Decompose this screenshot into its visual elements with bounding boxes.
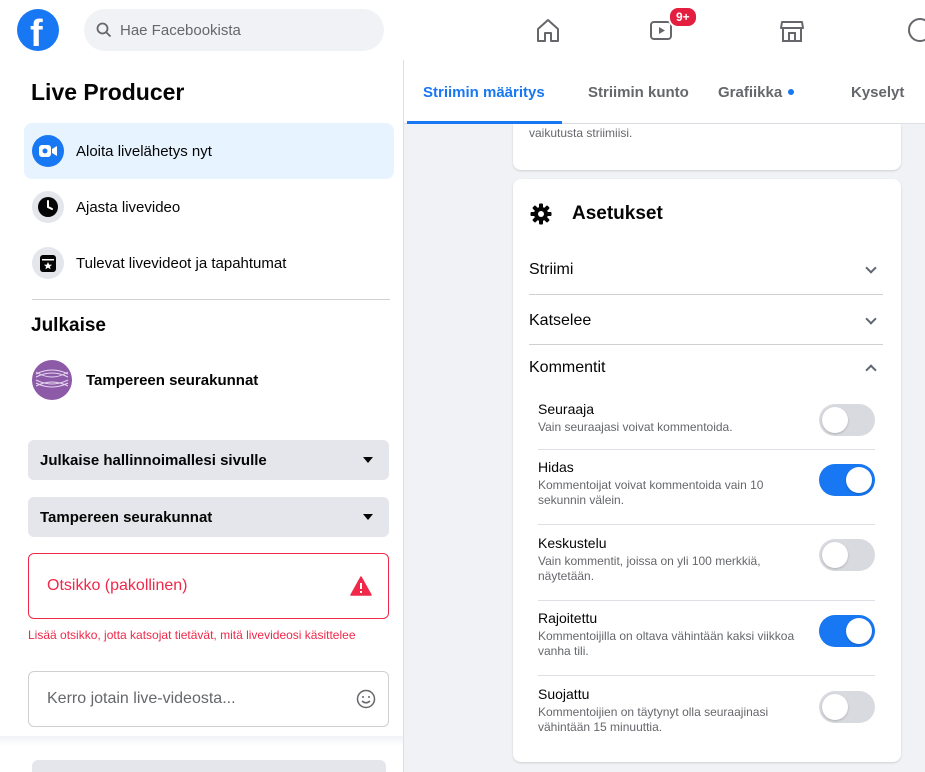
stream-setup-panel: Striimin määritys Striimin kunto Grafiik… [404,60,925,772]
page-select-dropdown[interactable]: Tampereen seurakunnat [28,497,389,537]
section-stream[interactable]: Striimi [529,246,883,294]
publish-target-dropdown[interactable]: Julkaise hallinnoimallesi sivulle [28,440,389,480]
caret-down-icon [363,514,373,520]
footer-separator [0,736,403,746]
divider [538,675,875,676]
option-discussion: Keskustelu Vain kommentit, joissa on yli… [538,535,875,595]
option-description: Vain kommentit, joissa on yli 100 merkki… [538,554,761,583]
marketplace-icon[interactable] [776,14,808,46]
section-label: Katselee [529,312,592,329]
gear-icon [530,203,552,225]
description-placeholder: Kerro jotain live-videosta... [47,690,236,707]
card-text: vaikutusta striimiisi. [529,126,633,140]
slow-mode-toggle[interactable] [819,464,875,496]
menu-schedule-live[interactable]: Ajasta livevideo [24,179,394,235]
new-indicator-dot [788,89,795,95]
search-input[interactable]: Hae Facebookista [120,22,241,39]
title-input-label: Otsikko (pakollinen) [47,577,188,594]
tab-polls[interactable]: Kyselyt [851,60,904,124]
top-navigation-bar: f Hae Facebookista 9+ [0,0,925,60]
page-name: Tampereen seurakunnat [86,371,259,389]
publish-section-title: Julkaise [31,315,106,336]
menu-item-label: Aloita livelähetys nyt [76,142,212,160]
tab-bar: Striimin määritys Striimin kunto Grafiik… [404,60,925,124]
live-camera-icon [32,135,64,167]
tab-stream-setup[interactable]: Striimin määritys [423,60,545,124]
tab-graphics[interactable]: Grafiikka [718,60,795,124]
title-input[interactable]: Otsikko (pakollinen) [28,553,389,619]
discussion-toggle[interactable] [819,539,875,571]
settings-title: Asetukset [572,203,663,224]
menu-item-label: Ajasta livevideo [76,198,181,216]
divider [32,299,390,300]
home-icon[interactable] [532,14,564,46]
followers-toggle[interactable] [819,404,875,436]
section-label: Striimi [529,261,574,278]
dropdown-value: Julkaise hallinnoimallesi sivulle [40,451,267,469]
divider [538,600,875,601]
option-description: Kommentoijien on täytynyt olla seuraajin… [538,705,769,734]
section-viewers[interactable]: Katselee [529,297,883,345]
chevron-down-icon [865,313,877,325]
search-icon [96,22,112,38]
restricted-toggle[interactable] [819,615,875,647]
emoji-icon[interactable] [356,689,376,709]
menu-go-live-now[interactable]: Aloita livelähetys nyt [24,123,394,179]
option-restricted: Rajoitettu Kommentoijilla on oltava vähi… [538,610,875,670]
section-label: Kommentit [529,359,606,376]
divider [529,294,883,295]
chevron-down-icon [865,262,877,274]
caret-down-icon [363,457,373,463]
selected-page[interactable]: Tampereen seurakunnat [32,360,258,400]
section-comments[interactable]: Kommentit [529,344,883,392]
chevron-up-icon [865,364,877,376]
menu-item-label: Tulevat livevideot ja tapahtumat [76,254,287,272]
page-title: Live Producer [31,79,185,105]
clock-icon [32,191,64,223]
settings-card: Asetukset Striimi Katselee Kommentit Seu… [513,179,901,762]
facebook-logo-icon[interactable]: f [17,9,59,55]
menu-upcoming-events[interactable]: Tulevat livevideot ja tapahtumat [24,235,394,291]
description-input[interactable]: Kerro jotain live-videosta... [28,671,389,727]
go-live-button[interactable] [32,760,386,772]
search-bar[interactable]: Hae Facebookista [84,9,384,51]
divider [538,524,875,525]
settings-header: Asetukset [530,203,663,225]
option-protected: Suojattu Kommentoijien on täytynyt olla … [538,686,875,746]
option-slow: Hidas Kommentoijat voivat kommentoida va… [538,459,875,519]
option-description: Kommentoijilla on oltava vähintään kaksi… [538,629,795,658]
page-avatar [32,360,72,400]
calendar-star-icon [32,247,64,279]
groups-icon[interactable] [904,14,925,46]
protected-toggle[interactable] [819,691,875,723]
title-error-message: Lisää otsikko, jotta katsojat tietävät, … [28,628,356,642]
option-followers: Seuraaja Vain seuraajasi voivat kommento… [538,401,875,445]
tab-stream-health[interactable]: Striimin kunto [588,60,689,124]
previous-card: vaikutusta striimiisi. [513,124,901,170]
dropdown-value: Tampereen seurakunnat [40,508,213,526]
notification-badge: 9+ [668,6,698,28]
divider [538,449,875,450]
warning-icon [350,576,372,596]
live-producer-sidebar: Live Producer Aloita livelähetys nyt Aja… [0,60,403,772]
option-description: Kommentoijat voivat kommentoida vain 10 … [538,478,764,507]
option-description: Vain seuraajasi voivat kommentoida. [538,420,733,434]
